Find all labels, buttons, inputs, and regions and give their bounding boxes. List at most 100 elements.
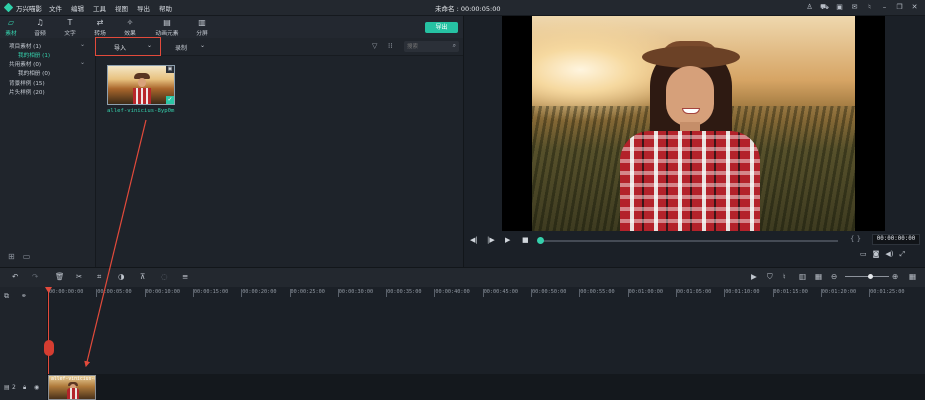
menu-item-view[interactable]: 视图 [115,3,128,13]
menu-bar: 文件 编辑 工具 视图 导出 帮助 [49,3,181,13]
timeline-toolbar [0,267,925,287]
timeline-clip[interactable]: allef-vinicius-8yp0m [48,375,96,400]
color-icon[interactable]: ◑ [118,272,125,281]
tab-text-label: 文字 [64,31,76,37]
mixer-icon[interactable]: ▥ [799,272,806,281]
chevron-down-icon[interactable]: ⌄ [200,42,205,49]
mic-icon[interactable]: ♮ [865,2,874,12]
tab-split-screen[interactable]: ▥ 分屏 [189,18,215,38]
tab-effects[interactable]: ✧ 效果 [117,18,143,38]
library-item-shared[interactable]: 共用素材 (0) ⌄ [9,59,105,68]
mail-icon[interactable]: ✉ [850,2,859,12]
search-icon[interactable]: ⌕ [453,42,456,50]
tab-elements-label: 动画元素 [155,31,179,37]
display-icon[interactable]: ▭ [860,250,867,259]
ruler-tick: 00:00:25:00 [289,289,325,297]
cart-icon[interactable]: ⛟ [820,2,829,12]
menu-item-help[interactable]: 帮助 [159,3,172,13]
tab-transition[interactable]: ⇄ 转场 [87,18,113,38]
ruler-tick: 00:00:10:00 [144,289,180,297]
speed-icon[interactable]: ◌ [161,272,168,281]
tab-text[interactable]: T 文字 [57,18,83,38]
previous-frame-icon[interactable]: ◀| [470,236,478,244]
ruler-tick: 00:01:05:00 [675,289,712,297]
playback-knob[interactable] [537,237,544,244]
folder-icon[interactable]: ▭ [23,252,31,261]
minimize-icon[interactable]: – [880,2,889,12]
add-track-icon[interactable]: ⧉ [4,292,9,301]
grid-icon[interactable]: ▦ [909,272,916,281]
play-frame-icon[interactable]: |▶ [487,236,495,244]
delete-icon[interactable]: 🗑 [55,272,65,281]
tab-audio-label: 音频 [34,31,46,37]
stop-icon[interactable]: ■ [522,236,529,244]
library-item-project[interactable]: 项目素材 (1) ⌄ [9,41,105,50]
link-icon[interactable]: ⚭ [21,292,27,300]
ruler-tick: 00:00:45:00 [482,289,519,297]
shield-icon[interactable]: ⛉ [767,272,773,282]
library-item-intros[interactable]: 片头样例 (20) [9,88,105,96]
render-icon[interactable]: ▶ [751,272,757,281]
zoom-slider[interactable] [845,276,889,277]
undo-icon[interactable]: ↶ [12,272,18,281]
chevron-down-icon[interactable]: ⌄ [147,42,152,49]
record-dropdown[interactable]: 录制 [175,43,187,52]
zoom-knob[interactable] [868,274,873,279]
tab-elements[interactable]: ▤ 动画元素 [152,18,182,38]
lock-icon[interactable]: 🔒︎ [23,384,26,392]
filter-icon[interactable]: ▽ [372,42,377,50]
user-icon[interactable]: ♙ [805,2,814,12]
app-logo-icon [3,2,14,13]
library-item-backgrounds[interactable]: 背景样例 (15) [9,79,105,87]
ruler-tick: 00:00:00:00 [47,289,84,297]
grid-view-icon[interactable]: ⁞⁞ [388,42,392,50]
tab-media[interactable]: ▱ 素材 [0,18,24,38]
document-title: 未命名 : 00:00:05:00 [435,5,501,13]
menu-item-edit[interactable]: 编辑 [71,3,84,13]
fullscreen-icon[interactable]: ⤢ [900,250,906,259]
cut-icon[interactable]: ✂ [76,272,82,281]
marker-icon[interactable]: ⊼ [140,272,146,281]
ruler-tick: 00:00:30:00 [337,289,374,297]
tab-audio[interactable]: ♫ 音频 [27,18,53,38]
app-name: 万兴喵影 [16,5,42,13]
menu-item-file[interactable]: 文件 [49,3,62,13]
check-icon: ✓ [166,96,174,104]
snapshot-icon[interactable]: ▦ [815,272,822,281]
eye-icon[interactable]: ◉ [34,384,39,391]
zoom-out-icon[interactable]: ⊖ [831,272,837,281]
drop-marker [44,340,54,356]
play-icon[interactable]: ▶ [505,236,510,244]
new-folder-icon[interactable]: ⊞ [8,252,15,261]
zoom-in-icon[interactable]: ⊕ [892,272,898,281]
transition-icon: ⇄ [96,18,104,27]
menu-item-tools[interactable]: 工具 [93,3,106,13]
volume-icon[interactable]: ◀) [885,250,893,259]
ruler-tick: 00:01:10:00 [724,289,760,297]
ruler-tick: 00:01:15:00 [772,289,808,297]
library-item-label: 我的相册 (0) [18,71,51,77]
save-icon[interactable]: ▣ [835,2,844,12]
menu-item-export[interactable]: 导出 [137,3,150,13]
export-button[interactable]: 导出 [425,22,458,33]
mic-icon[interactable]: ♮ [783,272,786,281]
library-item-label: 片头样例 (20) [9,90,45,96]
close-icon[interactable]: ✕ [910,2,919,12]
ruler-tick: 00:00:35:00 [386,289,422,297]
snapshot-icon[interactable]: ◙ [873,250,880,259]
playback-track[interactable] [540,240,838,242]
effects-icon: ✧ [126,18,134,27]
music-icon: ♫ [36,18,44,27]
chevron-down-icon[interactable]: ⌄ [80,59,85,66]
media-thumbnail[interactable]: ▣ ✓ [107,65,175,105]
chevron-down-icon[interactable]: ⌄ [80,41,85,48]
mark-in-out-icon[interactable]: { } [850,235,861,243]
ruler-tick: 00:01:25:00 [869,289,905,297]
restore-icon[interactable]: ❐ [895,2,904,12]
crop-icon[interactable]: ⌗ [97,272,101,282]
library-panel: 项目素材 (1) ⌄ 我的相册 (1) 共用素材 (0) ⌄ 我的相册 (0) … [0,38,96,267]
thumbnail-person [132,73,152,104]
redo-icon[interactable]: ↷ [32,272,38,281]
adjust-icon[interactable]: ≡ [182,272,188,281]
search-input[interactable] [407,43,447,50]
